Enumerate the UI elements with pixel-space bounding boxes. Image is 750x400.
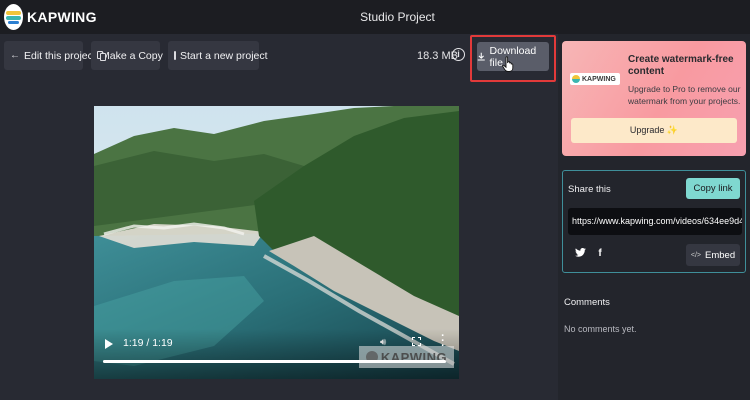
upgrade-button[interactable]: Upgrade ✨: [571, 118, 737, 143]
edit-project-button[interactable]: ← Edit this project: [4, 41, 96, 70]
watermark: KAPWING: [359, 346, 454, 368]
share-url-field[interactable]: https://www.kapwing.com/videos/634ee9d4d…: [568, 208, 742, 235]
info-icon[interactable]: i: [452, 48, 465, 61]
video-time: 1:19 / 1:19: [123, 337, 173, 349]
promo-text: Upgrade to Pro to remove our watermark f…: [628, 84, 741, 106]
comments-title: Comments: [564, 297, 610, 308]
video-progress-bar[interactable]: [103, 360, 446, 363]
embed-label: Embed: [705, 249, 736, 261]
copy-link-button[interactable]: Copy link: [686, 178, 740, 199]
promo-kapwing-logo: KAPWING: [570, 73, 620, 85]
share-card: Share this Copy link https://www.kapwing…: [562, 170, 746, 273]
top-bar: KAPWING Studio Project: [0, 0, 750, 34]
video-progress-fill: [103, 360, 446, 363]
new-project-button[interactable]: Start a new project: [168, 41, 268, 70]
code-icon: </>: [690, 251, 701, 259]
comments-empty-text: No comments yet.: [564, 324, 637, 334]
play-icon[interactable]: [105, 339, 113, 349]
embed-button[interactable]: </> Embed: [686, 244, 740, 266]
page-title: Studio Project: [360, 10, 435, 24]
promo-title: Create watermark-free content: [628, 54, 734, 77]
video-player[interactable]: 1:19 / 1:19 🔊︎ ··· KAPWING: [94, 106, 459, 379]
edit-project-label: Edit this project: [24, 49, 96, 62]
facebook-icon[interactable]: f: [593, 248, 607, 259]
new-project-label: Start a new project: [180, 49, 268, 62]
document-icon: [174, 51, 176, 60]
upgrade-promo-card: KAPWING Create watermark-free content Up…: [562, 41, 746, 156]
twitter-icon[interactable]: [573, 247, 587, 260]
promo-logo-text: KAPWING: [582, 75, 616, 83]
hand-cursor-icon: [502, 56, 514, 72]
make-copy-button[interactable]: Make a Copy: [91, 41, 163, 70]
download-icon: [477, 52, 485, 61]
fullscreen-icon[interactable]: [412, 337, 421, 346]
download-file-label: Download file: [489, 44, 537, 69]
arrow-left-icon: ←: [10, 50, 20, 61]
share-title: Share this: [568, 184, 611, 195]
make-copy-label: Make a Copy: [101, 49, 163, 62]
